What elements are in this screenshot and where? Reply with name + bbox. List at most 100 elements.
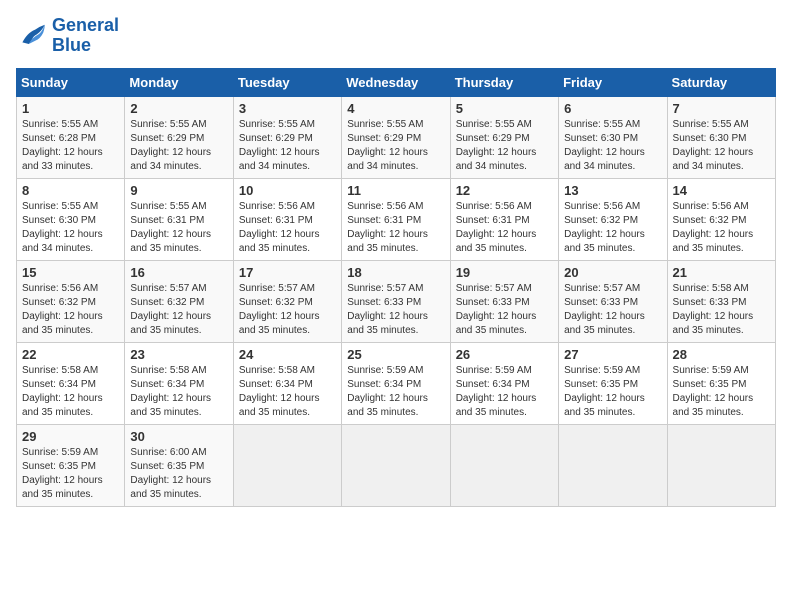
day-number: 6 bbox=[564, 101, 661, 116]
day-number: 28 bbox=[673, 347, 770, 362]
day-info: Sunrise: 5:58 AMSunset: 6:34 PMDaylight:… bbox=[130, 365, 211, 418]
day-info: Sunrise: 5:56 AMSunset: 6:32 PMDaylight:… bbox=[564, 201, 645, 254]
calendar-day-19: 19 Sunrise: 5:57 AMSunset: 6:33 PMDaylig… bbox=[450, 260, 558, 342]
day-info: Sunrise: 5:57 AMSunset: 6:32 PMDaylight:… bbox=[130, 283, 211, 336]
day-number: 20 bbox=[564, 265, 661, 280]
day-number: 1 bbox=[22, 101, 119, 116]
day-number: 3 bbox=[239, 101, 336, 116]
calendar-day-7: 7 Sunrise: 5:55 AMSunset: 6:30 PMDayligh… bbox=[667, 96, 775, 178]
weekday-header-tuesday: Tuesday bbox=[233, 68, 341, 96]
calendar-day-9: 9 Sunrise: 5:55 AMSunset: 6:31 PMDayligh… bbox=[125, 178, 233, 260]
calendar-day-18: 18 Sunrise: 5:57 AMSunset: 6:33 PMDaylig… bbox=[342, 260, 450, 342]
day-info: Sunrise: 5:57 AMSunset: 6:33 PMDaylight:… bbox=[456, 283, 537, 336]
calendar-day-23: 23 Sunrise: 5:58 AMSunset: 6:34 PMDaylig… bbox=[125, 342, 233, 424]
day-info: Sunrise: 5:56 AMSunset: 6:32 PMDaylight:… bbox=[22, 283, 103, 336]
calendar-day-26: 26 Sunrise: 5:59 AMSunset: 6:34 PMDaylig… bbox=[450, 342, 558, 424]
calendar-day-5: 5 Sunrise: 5:55 AMSunset: 6:29 PMDayligh… bbox=[450, 96, 558, 178]
day-info: Sunrise: 5:55 AMSunset: 6:30 PMDaylight:… bbox=[673, 119, 754, 172]
weekday-header-saturday: Saturday bbox=[667, 68, 775, 96]
day-info: Sunrise: 5:59 AMSunset: 6:34 PMDaylight:… bbox=[456, 365, 537, 418]
day-info: Sunrise: 5:58 AMSunset: 6:34 PMDaylight:… bbox=[239, 365, 320, 418]
day-number: 13 bbox=[564, 183, 661, 198]
day-info: Sunrise: 5:58 AMSunset: 6:34 PMDaylight:… bbox=[22, 365, 103, 418]
logo: General Blue bbox=[16, 16, 119, 56]
day-number: 10 bbox=[239, 183, 336, 198]
day-info: Sunrise: 6:00 AMSunset: 6:35 PMDaylight:… bbox=[130, 447, 211, 500]
day-number: 30 bbox=[130, 429, 227, 444]
calendar-day-27: 27 Sunrise: 5:59 AMSunset: 6:35 PMDaylig… bbox=[559, 342, 667, 424]
calendar-day-20: 20 Sunrise: 5:57 AMSunset: 6:33 PMDaylig… bbox=[559, 260, 667, 342]
day-number: 7 bbox=[673, 101, 770, 116]
day-number: 5 bbox=[456, 101, 553, 116]
weekday-header-wednesday: Wednesday bbox=[342, 68, 450, 96]
page-header: General Blue bbox=[16, 16, 776, 56]
day-number: 16 bbox=[130, 265, 227, 280]
day-info: Sunrise: 5:56 AMSunset: 6:31 PMDaylight:… bbox=[347, 201, 428, 254]
day-info: Sunrise: 5:55 AMSunset: 6:30 PMDaylight:… bbox=[22, 201, 103, 254]
day-info: Sunrise: 5:55 AMSunset: 6:29 PMDaylight:… bbox=[456, 119, 537, 172]
weekday-header-sunday: Sunday bbox=[17, 68, 125, 96]
day-number: 29 bbox=[22, 429, 119, 444]
calendar-day-6: 6 Sunrise: 5:55 AMSunset: 6:30 PMDayligh… bbox=[559, 96, 667, 178]
day-info: Sunrise: 5:56 AMSunset: 6:31 PMDaylight:… bbox=[456, 201, 537, 254]
day-info: Sunrise: 5:55 AMSunset: 6:29 PMDaylight:… bbox=[347, 119, 428, 172]
day-info: Sunrise: 5:59 AMSunset: 6:34 PMDaylight:… bbox=[347, 365, 428, 418]
day-number: 18 bbox=[347, 265, 444, 280]
calendar-day-2: 2 Sunrise: 5:55 AMSunset: 6:29 PMDayligh… bbox=[125, 96, 233, 178]
day-info: Sunrise: 5:57 AMSunset: 6:32 PMDaylight:… bbox=[239, 283, 320, 336]
day-number: 25 bbox=[347, 347, 444, 362]
empty-cell bbox=[559, 424, 667, 506]
calendar-day-12: 12 Sunrise: 5:56 AMSunset: 6:31 PMDaylig… bbox=[450, 178, 558, 260]
day-number: 19 bbox=[456, 265, 553, 280]
calendar-day-30: 30 Sunrise: 6:00 AMSunset: 6:35 PMDaylig… bbox=[125, 424, 233, 506]
calendar-day-16: 16 Sunrise: 5:57 AMSunset: 6:32 PMDaylig… bbox=[125, 260, 233, 342]
day-info: Sunrise: 5:59 AMSunset: 6:35 PMDaylight:… bbox=[564, 365, 645, 418]
day-number: 15 bbox=[22, 265, 119, 280]
weekday-header-friday: Friday bbox=[559, 68, 667, 96]
day-info: Sunrise: 5:57 AMSunset: 6:33 PMDaylight:… bbox=[564, 283, 645, 336]
calendar-table: SundayMondayTuesdayWednesdayThursdayFrid… bbox=[16, 68, 776, 507]
day-number: 11 bbox=[347, 183, 444, 198]
day-info: Sunrise: 5:56 AMSunset: 6:32 PMDaylight:… bbox=[673, 201, 754, 254]
day-info: Sunrise: 5:58 AMSunset: 6:33 PMDaylight:… bbox=[673, 283, 754, 336]
calendar-day-10: 10 Sunrise: 5:56 AMSunset: 6:31 PMDaylig… bbox=[233, 178, 341, 260]
day-info: Sunrise: 5:55 AMSunset: 6:29 PMDaylight:… bbox=[130, 119, 211, 172]
calendar-day-24: 24 Sunrise: 5:58 AMSunset: 6:34 PMDaylig… bbox=[233, 342, 341, 424]
calendar-day-22: 22 Sunrise: 5:58 AMSunset: 6:34 PMDaylig… bbox=[17, 342, 125, 424]
day-info: Sunrise: 5:55 AMSunset: 6:28 PMDaylight:… bbox=[22, 119, 103, 172]
day-number: 23 bbox=[130, 347, 227, 362]
day-number: 24 bbox=[239, 347, 336, 362]
day-number: 27 bbox=[564, 347, 661, 362]
empty-cell bbox=[667, 424, 775, 506]
day-number: 2 bbox=[130, 101, 227, 116]
empty-cell bbox=[233, 424, 341, 506]
calendar-day-1: 1 Sunrise: 5:55 AMSunset: 6:28 PMDayligh… bbox=[17, 96, 125, 178]
calendar-day-28: 28 Sunrise: 5:59 AMSunset: 6:35 PMDaylig… bbox=[667, 342, 775, 424]
calendar-day-14: 14 Sunrise: 5:56 AMSunset: 6:32 PMDaylig… bbox=[667, 178, 775, 260]
empty-cell bbox=[450, 424, 558, 506]
day-info: Sunrise: 5:57 AMSunset: 6:33 PMDaylight:… bbox=[347, 283, 428, 336]
day-number: 4 bbox=[347, 101, 444, 116]
day-number: 21 bbox=[673, 265, 770, 280]
weekday-header-monday: Monday bbox=[125, 68, 233, 96]
day-number: 26 bbox=[456, 347, 553, 362]
logo-text: General Blue bbox=[52, 16, 119, 56]
day-number: 8 bbox=[22, 183, 119, 198]
calendar-day-8: 8 Sunrise: 5:55 AMSunset: 6:30 PMDayligh… bbox=[17, 178, 125, 260]
day-number: 14 bbox=[673, 183, 770, 198]
day-number: 9 bbox=[130, 183, 227, 198]
day-info: Sunrise: 5:59 AMSunset: 6:35 PMDaylight:… bbox=[673, 365, 754, 418]
calendar-day-3: 3 Sunrise: 5:55 AMSunset: 6:29 PMDayligh… bbox=[233, 96, 341, 178]
calendar-day-11: 11 Sunrise: 5:56 AMSunset: 6:31 PMDaylig… bbox=[342, 178, 450, 260]
logo-icon bbox=[16, 20, 48, 52]
calendar-day-15: 15 Sunrise: 5:56 AMSunset: 6:32 PMDaylig… bbox=[17, 260, 125, 342]
day-number: 12 bbox=[456, 183, 553, 198]
calendar-day-25: 25 Sunrise: 5:59 AMSunset: 6:34 PMDaylig… bbox=[342, 342, 450, 424]
day-info: Sunrise: 5:56 AMSunset: 6:31 PMDaylight:… bbox=[239, 201, 320, 254]
day-info: Sunrise: 5:55 AMSunset: 6:31 PMDaylight:… bbox=[130, 201, 211, 254]
calendar-day-13: 13 Sunrise: 5:56 AMSunset: 6:32 PMDaylig… bbox=[559, 178, 667, 260]
day-info: Sunrise: 5:59 AMSunset: 6:35 PMDaylight:… bbox=[22, 447, 103, 500]
day-number: 17 bbox=[239, 265, 336, 280]
calendar-day-17: 17 Sunrise: 5:57 AMSunset: 6:32 PMDaylig… bbox=[233, 260, 341, 342]
day-number: 22 bbox=[22, 347, 119, 362]
